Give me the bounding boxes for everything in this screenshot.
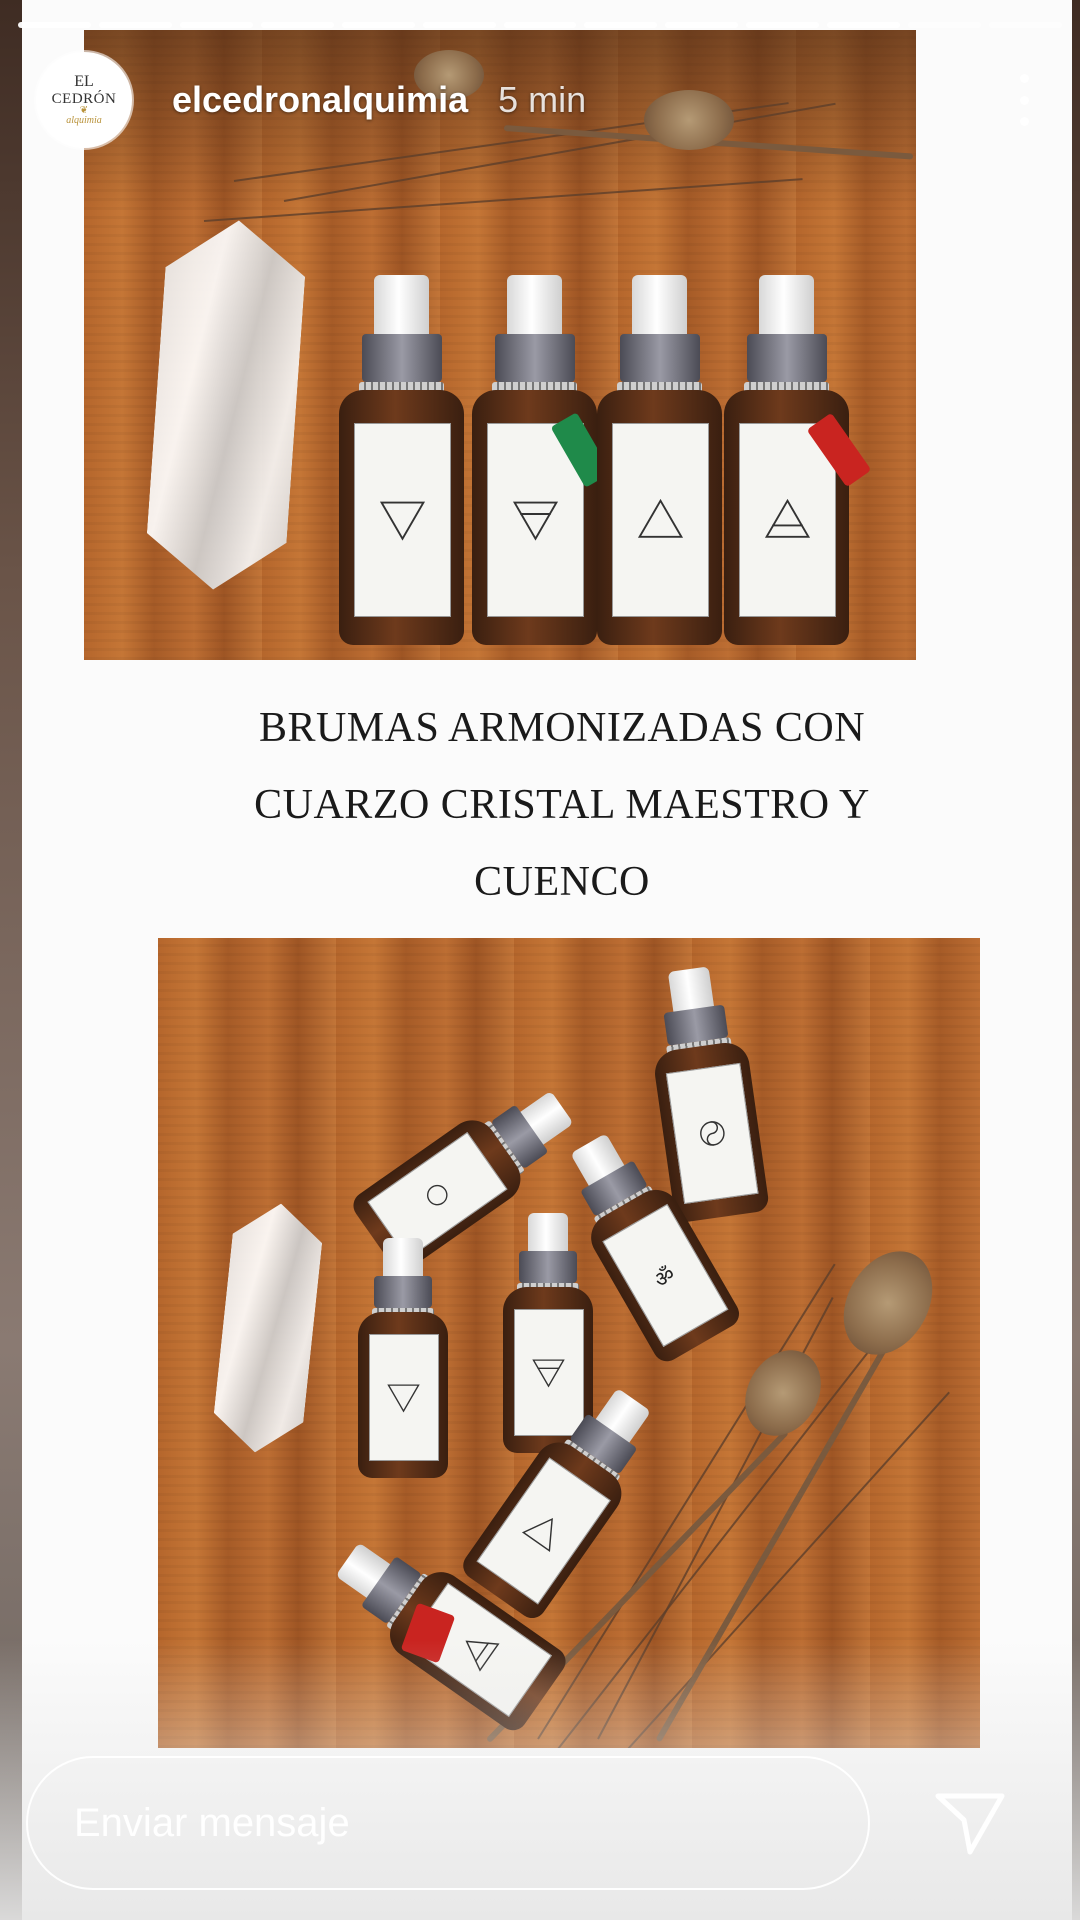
message-input[interactable]: Enviar mensaje [26, 1756, 870, 1890]
story-progress-bar [18, 22, 1062, 28]
bottle-fuego [597, 275, 722, 645]
progress-segment [746, 22, 820, 28]
bottle-agua-small [358, 1238, 448, 1478]
bottle-agua [339, 275, 464, 645]
progress-segment [260, 22, 334, 28]
progress-segment [503, 22, 577, 28]
progress-segment [665, 22, 739, 28]
username[interactable]: elcedronalquimia [172, 79, 468, 121]
progress-segment [584, 22, 658, 28]
story-header: EL CEDRÓN ❦ alquimia elcedronalquimia 5 … [36, 50, 1044, 150]
progress-segment [908, 22, 982, 28]
heading-line-1: BRUMAS ARMONIZADAS CON [258, 705, 866, 751]
message-placeholder: Enviar mensaje [74, 1800, 350, 1845]
product-photo-bottom: ॐ [158, 938, 980, 1748]
heading-line-2: CUARZO CRISTAL MAESTRO Y [254, 782, 870, 828]
progress-segment [18, 22, 91, 28]
crystal-image [143, 216, 308, 595]
avatar-text-line1: EL [74, 73, 94, 90]
progress-segment [989, 22, 1062, 28]
progress-segment [98, 22, 172, 28]
post-time: 5 min [498, 79, 587, 120]
progress-segment [422, 22, 496, 28]
send-icon[interactable] [934, 1790, 1006, 1856]
heading-line-3: CUENCO [474, 859, 650, 905]
more-options-icon[interactable] [1004, 74, 1044, 126]
story-heading: BRUMAS ARMONIZADAS CON CUARZO CRISTAL MA… [84, 690, 1040, 921]
story-card[interactable]: BRUMAS ARMONIZADAS CON CUARZO CRISTAL MA… [22, 0, 1072, 1920]
svg-text:ॐ: ॐ [650, 1262, 680, 1294]
progress-segment [179, 22, 253, 28]
avatar[interactable]: EL CEDRÓN ❦ alquimia [36, 52, 132, 148]
progress-segment [341, 22, 415, 28]
progress-segment [827, 22, 901, 28]
avatar-text-line3: alquimia [66, 115, 102, 126]
leaf-icon: ❦ [79, 105, 89, 116]
